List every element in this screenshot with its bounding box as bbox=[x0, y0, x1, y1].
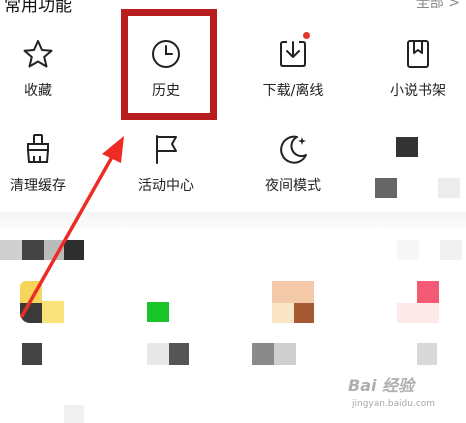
watermark-url: jingyan.baidu.com bbox=[352, 399, 436, 409]
watermark-brand: Bai 经验 bbox=[348, 376, 415, 395]
annotation-arrow bbox=[20, 136, 124, 318]
